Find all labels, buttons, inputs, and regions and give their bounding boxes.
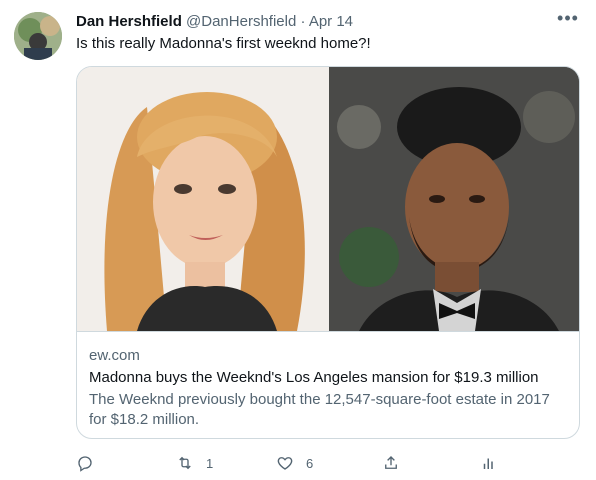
author-handle[interactable]: @DanHershfield: [186, 13, 296, 30]
reply-button[interactable]: [76, 452, 106, 474]
card-description: The Weeknd previously bought the 12,547-…: [89, 391, 550, 428]
action-bar: 1 6: [76, 452, 506, 474]
card-domain: ew.com: [89, 347, 140, 364]
card-image-right: [329, 67, 579, 331]
analytics-icon: [483, 458, 493, 469]
retweet-icon: [179, 456, 191, 470]
separator-dot: ·: [300, 13, 306, 30]
tweet-header: Dan Hershfield @DanHershfield · Apr 14: [76, 12, 582, 32]
card-title: Madonna buys the Weeknd's Los Angeles ma…: [89, 369, 539, 386]
analytics-button[interactable]: [480, 452, 498, 474]
card-media: [77, 67, 579, 331]
avatar[interactable]: [14, 12, 62, 60]
heart-icon: [277, 457, 293, 470]
reply-icon: [78, 456, 92, 472]
share-icon: [385, 456, 397, 469]
more-horizontal-icon[interactable]: •••: [554, 8, 582, 28]
link-card[interactable]: ew.com Madonna buys the Weeknd's Los Ang…: [76, 66, 580, 439]
like-button[interactable]: 6: [276, 452, 313, 474]
retweet-count: 1: [206, 455, 214, 471]
tweet: Dan Hershfield @DanHershfield · Apr 14 •…: [0, 0, 596, 480]
like-count: 6: [306, 455, 314, 471]
card-info: ew.com Madonna buys the Weeknd's Los Ang…: [77, 331, 579, 438]
tweet-text: Is this really Madonna's first weeknd ho…: [76, 35, 371, 52]
retweet-button[interactable]: 1: [176, 452, 213, 474]
card-image-left: [77, 67, 329, 331]
share-button[interactable]: [382, 452, 400, 474]
author-name[interactable]: Dan Hershfield: [76, 13, 182, 30]
tweet-date[interactable]: Apr 14: [309, 13, 353, 30]
